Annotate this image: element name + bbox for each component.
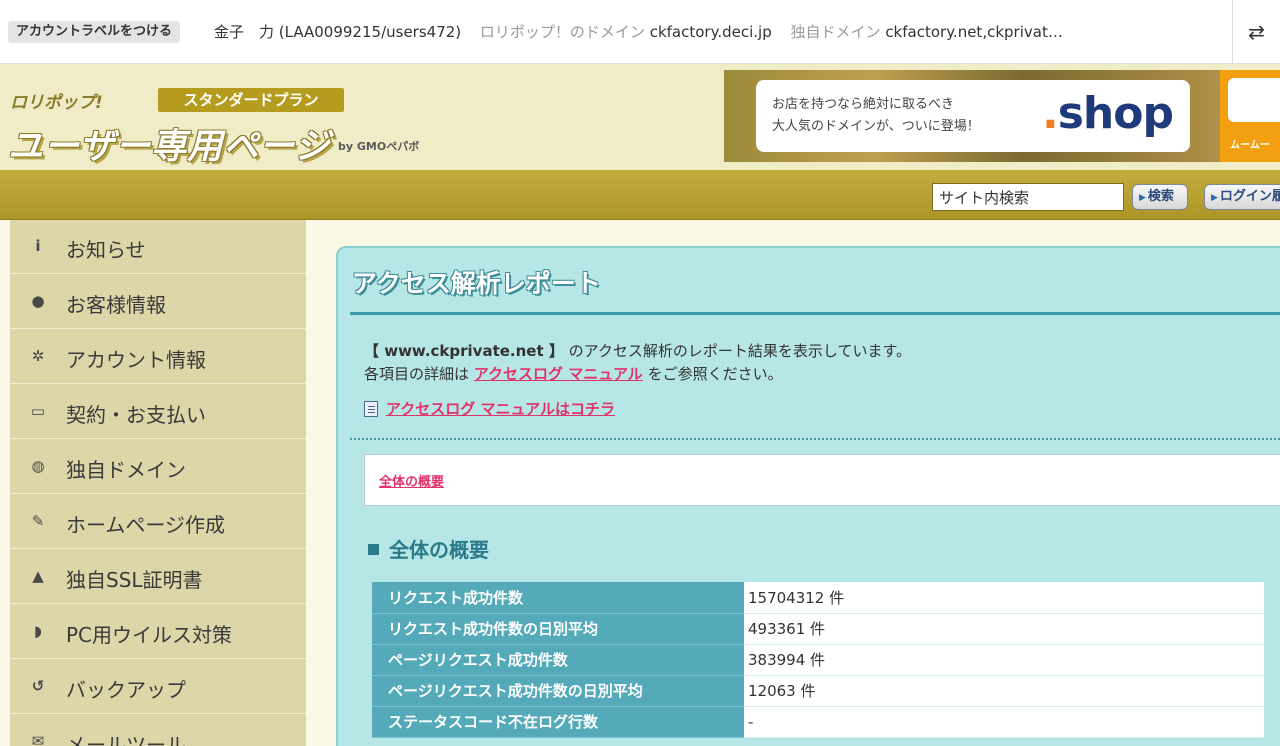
user-icon: ●	[31, 292, 45, 310]
header-banner: ロリポップ! スタンダードプラン ユーザー専用ページ by GMOペパボ お店を…	[0, 64, 1280, 170]
ad-card: お店を持つなら絶対に取るべき 大人気のドメインが、ついに登場！ .shop	[756, 80, 1190, 152]
muumuu-ad-banner[interactable]: ムームー	[1220, 70, 1280, 162]
stat-value: 15704312 件	[744, 582, 1264, 614]
lock-icon: ▲	[32, 567, 44, 585]
sidebar-item-label: 契約・お支払い	[66, 403, 206, 427]
sidebar-item-label: バックアップ	[66, 678, 186, 702]
own-domain: ckfactory.net,ckprivat…	[885, 23, 1063, 41]
access-report-panel: アクセス解析レポート 【 www.ckprivate.net 】 のアクセス解析…	[336, 246, 1280, 746]
ad2-box	[1228, 78, 1280, 122]
site-search-input[interactable]	[932, 183, 1124, 211]
table-row: リクエスト成功件数の日別平均 493361 件	[372, 613, 1264, 645]
table-of-contents: 全体の概要	[364, 454, 1280, 506]
sidebar-item-antivirus[interactable]: ◗ PC用ウイルス対策	[10, 605, 306, 659]
account-info: 金子 力 (LAA0099215/users472) ロリポップ！のドメイン c…	[214, 21, 1077, 43]
account-bar: アカウントラベルをつける 金子 力 (LAA0099215/users472) …	[0, 0, 1280, 64]
account-name: 金子 力 (LAA0099215/users472)	[214, 23, 462, 41]
sidebar-item-customer[interactable]: ● お客様情報	[10, 275, 306, 329]
sidebar-item-domain[interactable]: ◍ 独自ドメイン	[10, 440, 306, 494]
table-row: ページリクエスト成功件数 383994 件	[372, 644, 1264, 676]
plan-badge: スタンダードプラン	[158, 88, 344, 112]
gear-icon: ✲	[31, 347, 45, 365]
document-icon	[364, 401, 378, 417]
sidebar-item-account[interactable]: ✲ アカウント情報	[10, 330, 306, 384]
page-title: アクセス解析レポート	[352, 269, 601, 298]
brand-logo[interactable]: ロリポップ!	[10, 88, 103, 113]
sidebar-item-homepage[interactable]: ✎ ホームページ作成	[10, 495, 306, 549]
sidebar-item-label: 独自SSL証明書	[66, 568, 203, 592]
info-icon: i	[35, 237, 41, 255]
sidebar-item-billing[interactable]: ▭ 契約・お支払い	[10, 385, 306, 439]
overview-stats-table: リクエスト成功件数 15704312 件 リクエスト成功件数の日別平均 4933…	[372, 582, 1264, 738]
stat-label: ページリクエスト成功件数の日別平均	[372, 675, 744, 707]
report-domain: 【 www.ckprivate.net 】	[364, 342, 564, 360]
stat-label: リクエスト成功件数	[372, 582, 744, 614]
dotted-divider	[350, 438, 1280, 440]
lolipop-domain-label: ロリポップ！のドメイン	[479, 23, 645, 41]
arrow-right-icon: ▶	[1211, 193, 1218, 203]
sidebar-item-label: ホームページ作成	[66, 513, 225, 537]
shop-ad-banner[interactable]: お店を持つなら絶対に取るべき 大人気のドメインが、ついに登場！ .shop	[724, 70, 1222, 162]
history-icon: ↺	[31, 677, 45, 695]
sidebar-nav: i お知らせ ● お客様情報 ✲ アカウント情報 ▭ 契約・お支払い ◍ 独自ド…	[10, 220, 306, 746]
table-row: ステータスコード不在ログ行数 -	[372, 706, 1264, 738]
login-history-button[interactable]: ▶ ログイン履	[1204, 184, 1280, 210]
stat-value: 493361 件	[744, 613, 1264, 645]
sidebar-item-backup[interactable]: ↺ バックアップ	[10, 660, 306, 714]
edit-icon: ✎	[31, 512, 45, 530]
own-domain-label: 独自ドメイン	[790, 23, 881, 41]
site-title[interactable]: ユーザー専用ページ	[8, 118, 331, 169]
sidebar-item-label: 独自ドメイン	[66, 458, 186, 482]
access-log-manual-link[interactable]: アクセスログ マニュアル	[474, 365, 643, 383]
title-divider	[350, 312, 1280, 315]
search-button[interactable]: ▶ 検索	[1132, 184, 1188, 210]
square-bullet-icon	[368, 544, 379, 555]
sidebar-item-label: お知らせ	[66, 238, 146, 262]
table-row: ページリクエスト成功件数の日別平均 12063 件	[372, 675, 1264, 707]
credit-card-icon: ▭	[30, 402, 46, 420]
shield-icon: ◗	[34, 622, 42, 640]
stat-label: ステータスコード不在ログ行数	[372, 706, 744, 738]
arrow-right-icon: ▶	[1139, 193, 1146, 203]
stat-value: -	[744, 706, 1264, 738]
stat-label: ページリクエスト成功件数	[372, 644, 744, 676]
globe-icon: ◍	[31, 457, 45, 475]
stat-label: リクエスト成功件数の日別平均	[372, 613, 744, 645]
search-bar: ▶検索 ▶ログイン履	[0, 170, 1280, 220]
account-label-button[interactable]: アカウントラベルをつける	[8, 21, 181, 43]
lolipop-domain: ckfactory.deci.jp	[649, 23, 772, 41]
sidebar-item-label: メールツール	[66, 733, 186, 746]
sidebar-item-ssl[interactable]: ▲ 独自SSL証明書	[10, 550, 306, 604]
switch-arrows-icon[interactable]: ⇄	[1232, 0, 1280, 64]
sidebar-item-label: アカウント情報	[66, 348, 206, 372]
sidebar-item-mailtool[interactable]: ✉ メールツール	[10, 715, 306, 746]
manual-here-link[interactable]: アクセスログ マニュアルはコチラ	[386, 400, 615, 418]
section-heading: 全体の概要	[368, 534, 489, 563]
ad2-text: ムームー	[1230, 140, 1270, 151]
toc-overview-link[interactable]: 全体の概要	[379, 471, 444, 490]
table-row: リクエスト成功件数 15704312 件	[372, 582, 1264, 614]
shop-logo: .shop	[1042, 88, 1174, 139]
ad-text: お店を持つなら絶対に取るべき 大人気のドメインが、ついに登場！	[772, 97, 980, 134]
sidebar-item-label: PC用ウイルス対策	[66, 623, 233, 647]
gmo-pepabo-logo: by GMOペパボ	[338, 140, 420, 153]
stat-value: 12063 件	[744, 675, 1264, 707]
intro-text: 【 www.ckprivate.net 】 のアクセス解析のレポート結果を表示し…	[364, 342, 911, 383]
sidebar-item-label: お客様情報	[66, 293, 166, 317]
manual-link-row: アクセスログ マニュアルはコチラ	[364, 398, 615, 419]
mail-icon: ✉	[31, 732, 45, 746]
stat-value: 383994 件	[744, 644, 1264, 676]
sidebar-item-notice[interactable]: i お知らせ	[10, 220, 306, 274]
